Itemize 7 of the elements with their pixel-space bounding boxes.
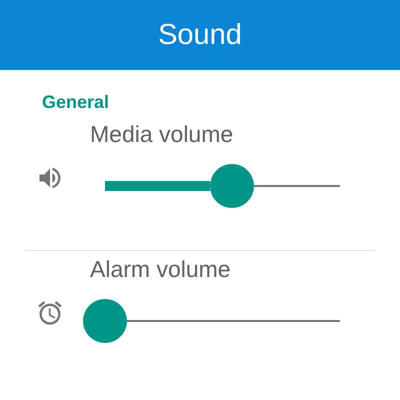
- alarm-clock-icon: [36, 299, 64, 327]
- setting-label: Alarm volume: [90, 256, 232, 284]
- setting-label: Media volume: [90, 121, 234, 149]
- app-title: Sound: [158, 18, 242, 52]
- slider-thumb[interactable]: [210, 164, 254, 208]
- slider-thumb[interactable]: [83, 299, 127, 343]
- section-header: General: [41, 91, 110, 114]
